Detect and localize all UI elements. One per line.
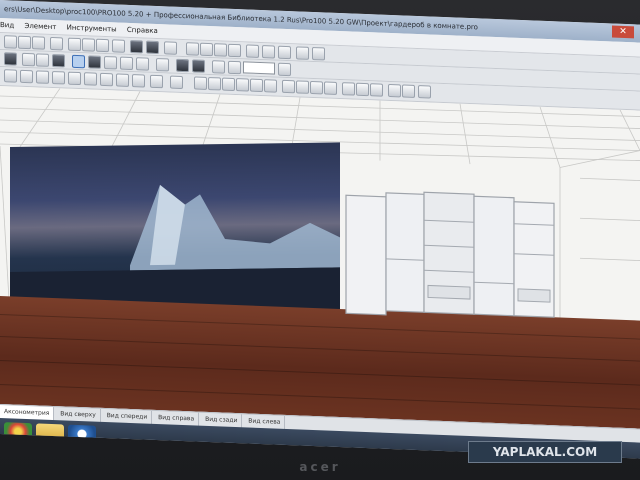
move-icon[interactable] <box>156 57 169 72</box>
detach-icon[interactable] <box>370 83 383 97</box>
texture-icon[interactable] <box>52 53 65 68</box>
align-left-icon[interactable] <box>194 76 207 90</box>
attach-icon[interactable] <box>356 82 369 97</box>
zoom-fit-icon[interactable] <box>228 60 241 75</box>
ungroup-icon[interactable] <box>52 70 65 85</box>
floor-plank <box>0 336 640 362</box>
menu-item-element[interactable]: Элемент <box>24 19 64 35</box>
zoom-out-icon[interactable] <box>212 60 225 74</box>
zoom-field[interactable] <box>243 61 275 75</box>
group-icon[interactable] <box>36 70 49 84</box>
mirror-icon[interactable] <box>100 72 113 87</box>
wireframe-icon[interactable] <box>22 52 35 67</box>
new-file-icon[interactable] <box>4 35 17 49</box>
camera-icon[interactable] <box>120 56 133 71</box>
back-icon[interactable] <box>402 84 415 98</box>
layout-3-icon[interactable] <box>214 43 227 57</box>
ruler-icon[interactable] <box>312 46 325 61</box>
align-center-icon[interactable] <box>208 76 221 91</box>
align-right-icon[interactable] <box>222 77 235 92</box>
section-icon[interactable] <box>418 85 431 99</box>
delete-icon[interactable] <box>112 39 125 53</box>
rotate-icon[interactable] <box>176 58 189 73</box>
stack-icon[interactable] <box>342 82 355 96</box>
walk-icon[interactable] <box>136 57 149 71</box>
floor-plank <box>0 384 640 410</box>
floor-plank <box>0 360 640 386</box>
lock-icon[interactable] <box>68 71 81 86</box>
pan-icon[interactable] <box>88 55 101 69</box>
zoom-in-icon[interactable] <box>278 62 291 77</box>
shade-icon[interactable] <box>36 53 49 67</box>
layout-2-icon[interactable] <box>200 42 213 57</box>
properties-icon[interactable] <box>150 74 163 89</box>
select-icon[interactable] <box>72 54 85 69</box>
light-icon[interactable] <box>104 55 117 70</box>
align-middle-icon[interactable] <box>250 78 263 93</box>
cut-icon[interactable] <box>68 37 81 52</box>
open-file-icon[interactable] <box>18 35 31 50</box>
report-icon[interactable] <box>262 45 275 59</box>
sphere-icon[interactable] <box>130 39 143 54</box>
distribute-h-icon[interactable] <box>282 79 295 94</box>
same-width-icon[interactable] <box>310 80 323 95</box>
snap-icon[interactable] <box>132 74 145 88</box>
copy-icon[interactable] <box>82 38 95 52</box>
paste-icon[interactable] <box>96 38 109 53</box>
settings-icon[interactable] <box>278 45 291 60</box>
menu-item-help[interactable]: Справка <box>127 23 166 38</box>
distribute-v-icon[interactable] <box>296 80 309 94</box>
undo-icon[interactable] <box>4 69 17 83</box>
monitor-brand-logo: acer <box>299 460 341 474</box>
layout-1-icon[interactable] <box>186 42 199 56</box>
screen: ers\User\Desktop\proc100\PRO100 5.20 + П… <box>0 0 640 459</box>
close-button[interactable]: ✕ <box>612 25 634 39</box>
print-icon[interactable] <box>50 36 63 51</box>
menu-item-tools[interactable]: Инструменты <box>67 21 125 37</box>
align-top-icon[interactable] <box>236 78 249 92</box>
dimension-icon[interactable] <box>116 73 129 87</box>
align-bottom-icon[interactable] <box>264 79 277 93</box>
3d-viewport[interactable] <box>0 86 640 429</box>
same-height-icon[interactable] <box>324 81 337 95</box>
orbit-icon[interactable] <box>192 59 205 73</box>
redo-icon[interactable] <box>20 69 33 84</box>
grid-icon[interactable] <box>296 46 309 60</box>
render-icon[interactable] <box>146 40 159 55</box>
wardrobe-model[interactable] <box>344 187 556 325</box>
layout-4-icon[interactable] <box>228 43 241 58</box>
save-icon[interactable] <box>32 36 45 50</box>
hide-icon[interactable] <box>84 72 97 86</box>
monitor-icon[interactable] <box>4 52 17 66</box>
front-icon[interactable] <box>388 83 401 98</box>
table-icon[interactable] <box>246 44 259 58</box>
menu-item-view[interactable]: Вид <box>0 18 22 33</box>
object-icon[interactable] <box>170 75 183 90</box>
library-icon[interactable] <box>164 41 177 55</box>
